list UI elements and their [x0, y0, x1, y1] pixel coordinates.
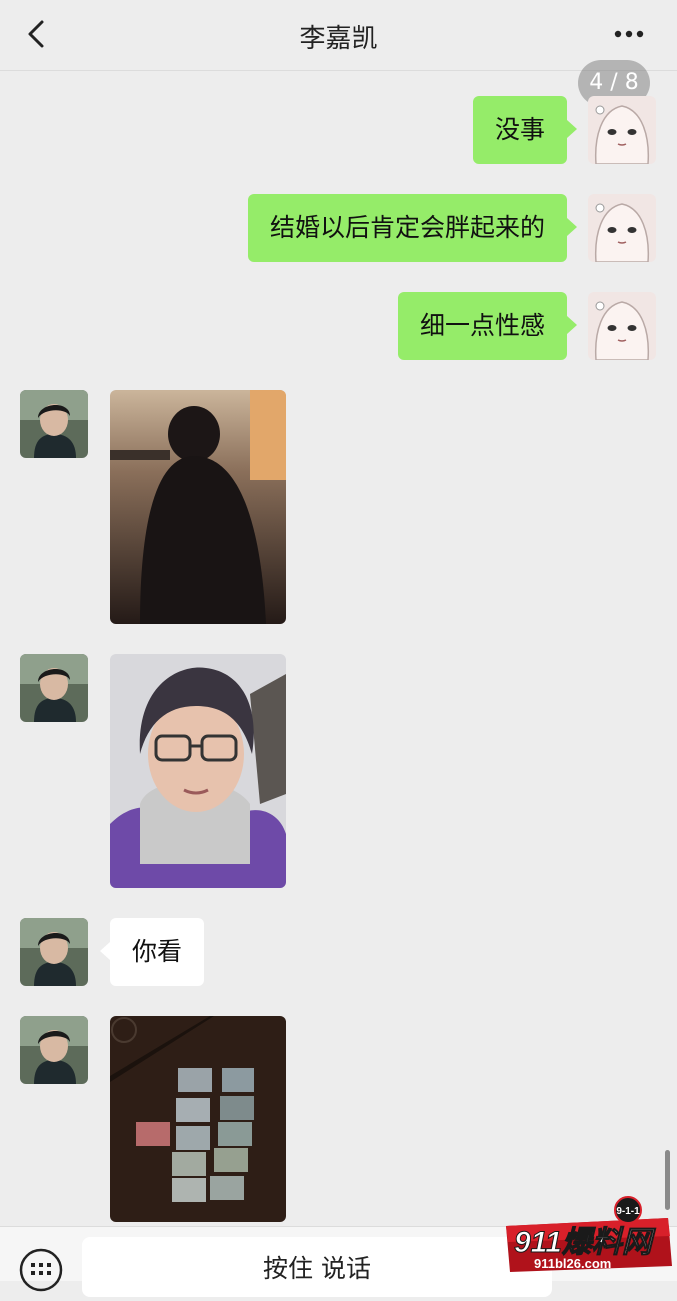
contact-avatar[interactable] [20, 1016, 88, 1084]
more-options-icon[interactable] [604, 22, 654, 46]
chat-title: 李嘉凯 [299, 24, 378, 54]
photo-message[interactable] [110, 1016, 286, 1222]
hold-to-talk-button[interactable]: 按住 说话 [82, 1237, 552, 1297]
svg-text:9-1-1: 9-1-1 [616, 1206, 640, 1217]
photo-message[interactable] [110, 654, 286, 888]
contact-avatar[interactable] [20, 654, 88, 722]
svg-text:911爆料网: 911爆料网 [514, 1226, 656, 1259]
keyboard-icon[interactable] [18, 1247, 64, 1293]
contact-avatar[interactable] [20, 918, 88, 986]
photo-selfie-icon [110, 654, 286, 888]
message-bubble-sent[interactable]: 细一点性感 [397, 292, 578, 360]
message-bubble-received[interactable]: 你看 [99, 918, 205, 986]
message-bubble-sent[interactable]: 没事 [472, 96, 578, 164]
contact-avatar[interactable] [20, 390, 88, 458]
message-bubble-sent[interactable]: 结婚以后肯定会胖起来的 [247, 194, 578, 262]
svg-text:911bl26.com: 911bl26.com [534, 1256, 611, 1271]
chat-header: 李嘉凯 [0, 0, 677, 71]
self-avatar[interactable] [588, 194, 656, 262]
photo-message[interactable] [110, 390, 286, 624]
watermark-logo: 9-1-1 911爆料网 911bl26.com [500, 1196, 677, 1280]
self-avatar[interactable] [588, 292, 656, 360]
self-avatar[interactable] [588, 96, 656, 164]
photo-cards-icon [110, 1016, 286, 1222]
photo-silhouette-icon [110, 390, 286, 624]
